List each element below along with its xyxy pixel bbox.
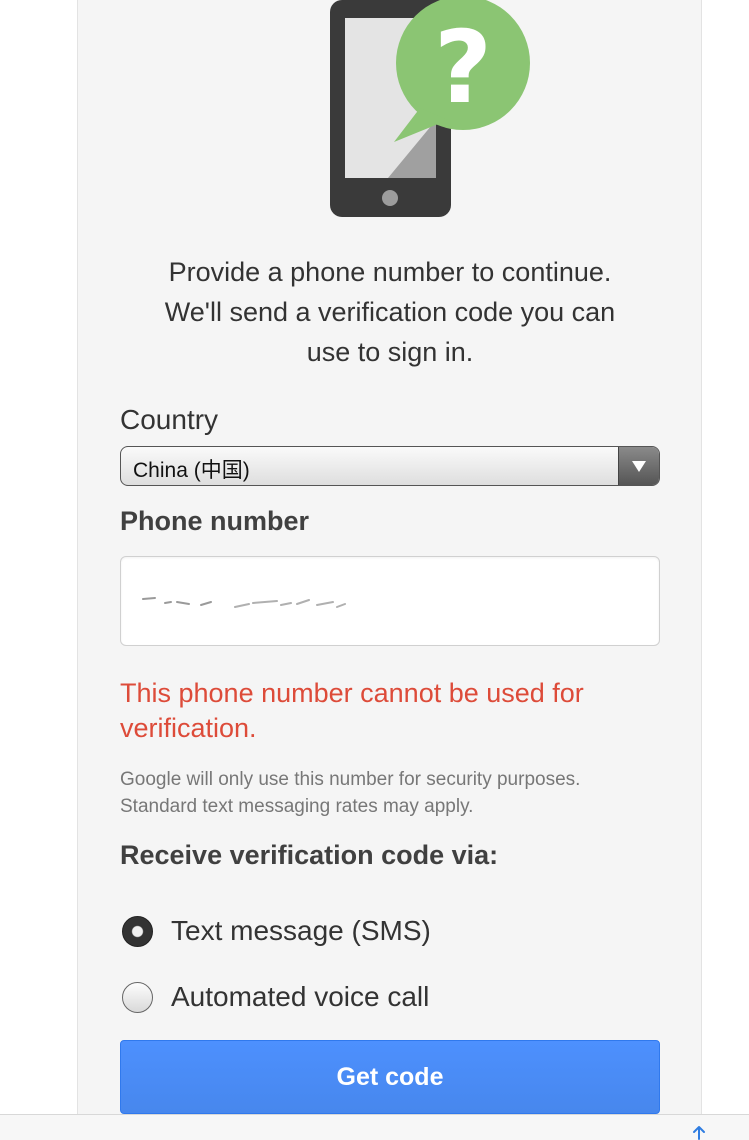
country-label: Country xyxy=(120,404,219,435)
share-icon[interactable] xyxy=(688,1124,710,1140)
sms-option-label: Text message (SMS) xyxy=(171,915,431,946)
error-message: This phone number cannot be used for ver… xyxy=(120,678,584,743)
svg-text:?: ? xyxy=(434,9,492,126)
get-code-button[interactable]: Get code xyxy=(120,1040,660,1114)
redacted-phone-value xyxy=(142,597,346,608)
country-selected-value: China (中国) xyxy=(133,459,250,482)
sms-radio-button[interactable] xyxy=(122,915,153,947)
verification-method-heading: Receive verification code via: xyxy=(120,840,499,870)
security-note: Google will only use this number for sec… xyxy=(120,769,581,817)
voice-call-radio-button[interactable] xyxy=(122,981,153,1013)
phone-question-icon: ? xyxy=(330,0,530,217)
intro-message: Provide a phone number to continue. We'l… xyxy=(164,257,616,367)
phone-number-input[interactable] xyxy=(120,556,660,646)
phone-number-label: Phone number xyxy=(120,506,310,536)
radio-option-sms[interactable]: Text message (SMS) xyxy=(122,914,431,948)
chevron-down-icon xyxy=(618,447,659,485)
page: ? Provide a phone number to continue. We… xyxy=(0,0,749,1140)
radio-option-voice-call[interactable]: Automated voice call xyxy=(122,980,429,1014)
country-select[interactable]: China (中国) xyxy=(120,446,660,486)
browser-bottom-toolbar xyxy=(0,1114,749,1140)
voice-call-option-label: Automated voice call xyxy=(171,981,430,1012)
